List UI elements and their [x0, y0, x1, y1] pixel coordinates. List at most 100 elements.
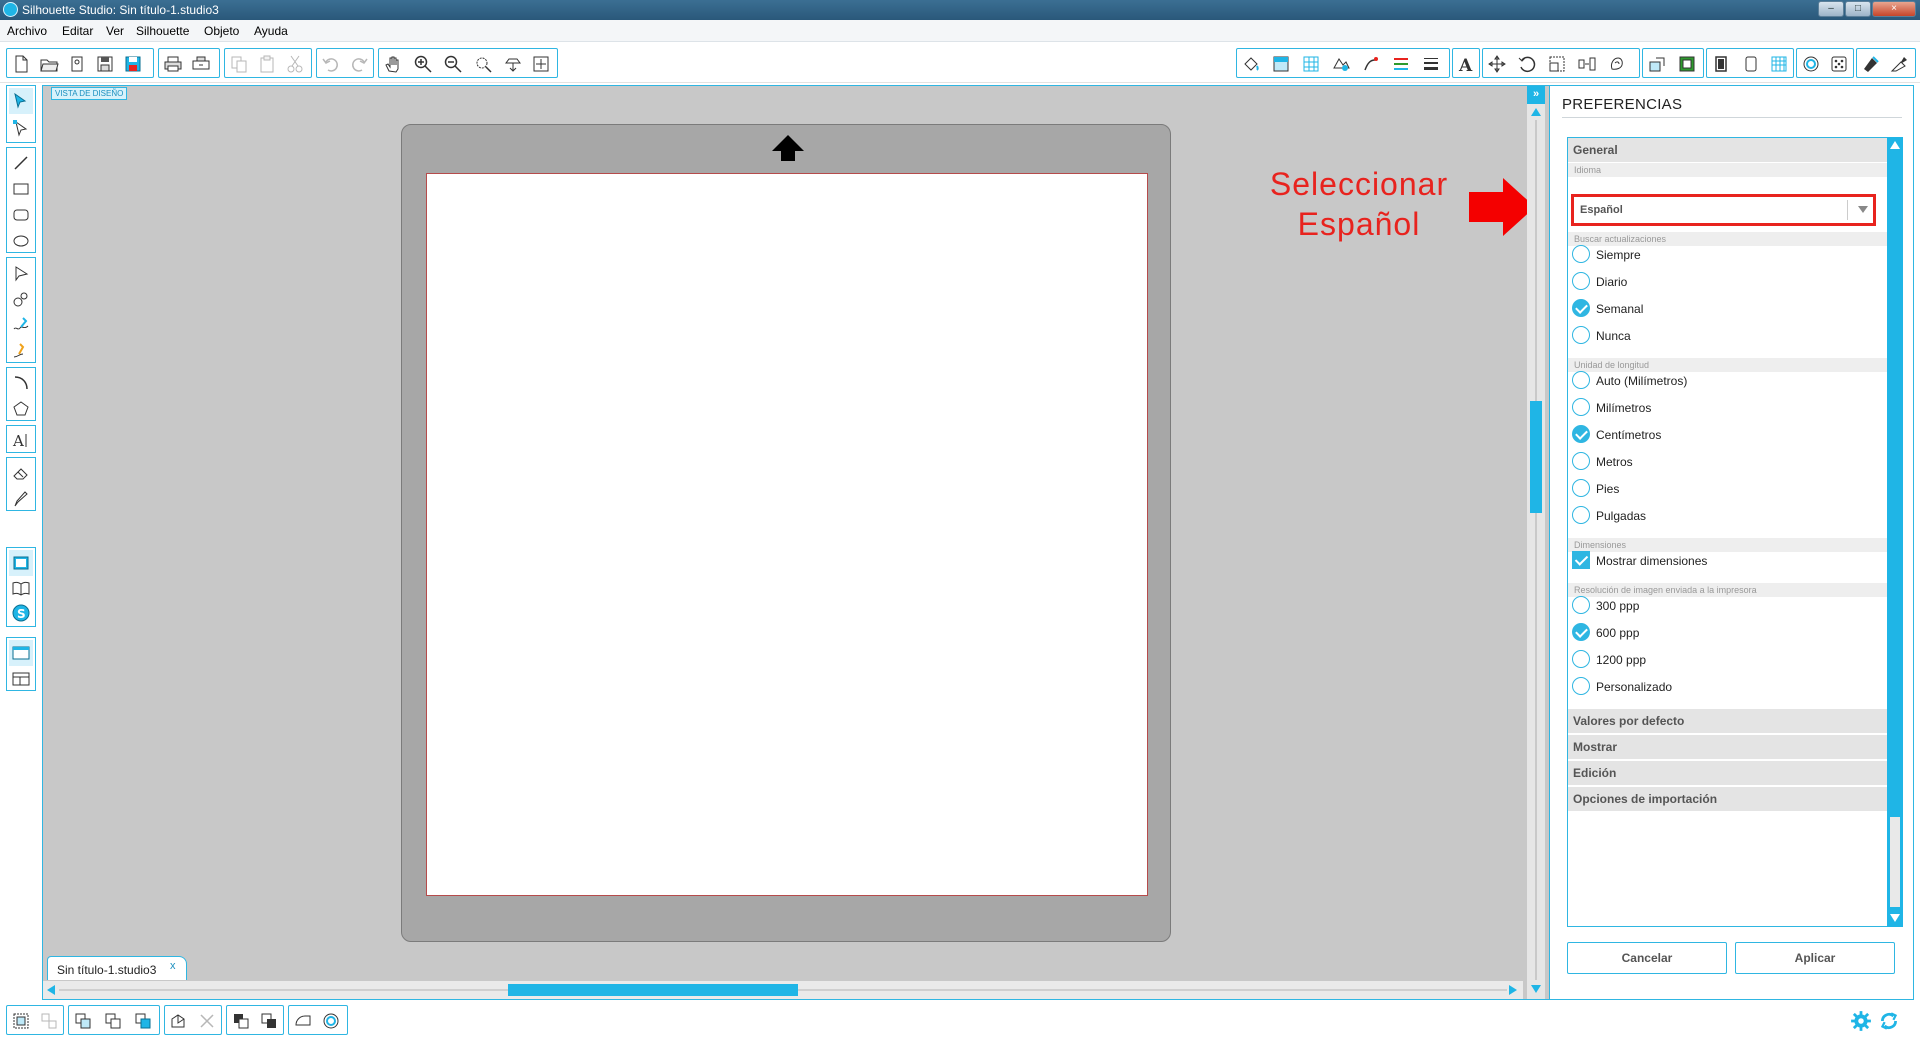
radio-auto-milimetros[interactable]: Auto (Milímetros)	[1572, 368, 1872, 392]
radio-control[interactable]	[1572, 452, 1590, 470]
send-backward-icon[interactable]	[257, 1009, 281, 1033]
modify-icon[interactable]	[1645, 52, 1669, 76]
point-edit-tool-icon[interactable]	[9, 115, 33, 141]
undo-icon[interactable]	[319, 52, 343, 76]
scroll-right-arrow-icon[interactable]	[1507, 984, 1519, 996]
scroll-up-arrow-icon[interactable]	[1530, 106, 1542, 118]
open-folder-icon[interactable]	[37, 52, 61, 76]
paper-page[interactable]	[426, 173, 1148, 896]
trace-icon[interactable]	[1799, 52, 1823, 76]
polygon-tool-icon[interactable]	[9, 260, 33, 286]
prefs-scroll-up-icon[interactable]	[1889, 139, 1901, 151]
regular-polygon-tool-icon[interactable]	[9, 396, 33, 422]
radio-300-ppp[interactable]: 300 ppp	[1572, 593, 1872, 617]
close-tab-icon[interactable]: x	[170, 960, 176, 972]
print-icon[interactable]	[161, 52, 185, 76]
line-color-icon[interactable]	[1329, 52, 1353, 76]
section-opciones-de-importacion[interactable]: Opciones de importación	[1568, 787, 1887, 812]
bring-forward-icon[interactable]	[229, 1009, 253, 1033]
radio-control[interactable]	[1572, 677, 1590, 695]
minimize-button[interactable]: –	[1818, 1, 1844, 17]
rectangle-tool-icon[interactable]	[9, 176, 33, 202]
radio-semanal[interactable]: Semanal	[1572, 296, 1872, 320]
radio-control[interactable]	[1572, 650, 1590, 668]
horizontal-scroll-thumb[interactable]	[508, 984, 798, 996]
zoom-select-icon[interactable]	[471, 52, 495, 76]
save-to-library-icon[interactable]	[121, 52, 145, 76]
chevron-down-icon[interactable]	[1857, 203, 1869, 215]
library-view-icon[interactable]	[9, 575, 33, 601]
radio-control-checked[interactable]	[1572, 299, 1590, 317]
zoom-out-icon[interactable]	[441, 52, 465, 76]
offset-icon[interactable]	[319, 1009, 343, 1033]
radio-control[interactable]	[1572, 479, 1590, 497]
radio-1200-ppp[interactable]: 1200 ppp	[1572, 647, 1872, 671]
delete-icon[interactable]	[195, 1009, 219, 1033]
compound-path-icon[interactable]	[71, 1009, 95, 1033]
design-canvas[interactable]: VISTA DE DISEÑO Seleccionar Español » Si…	[42, 85, 1568, 1000]
select-all-icon[interactable]	[291, 1009, 315, 1033]
arc-tool-icon[interactable]	[9, 370, 33, 396]
menu-objeto[interactable]: Objeto	[204, 24, 239, 38]
release-compound-icon[interactable]	[101, 1009, 125, 1033]
preferences-scrollbar[interactable]	[1887, 137, 1903, 927]
language-select[interactable]: Español	[1571, 194, 1876, 226]
redo-icon[interactable]	[347, 52, 371, 76]
curve-tool-icon[interactable]	[9, 286, 33, 312]
ungroup-icon[interactable]	[37, 1009, 61, 1033]
scale-icon[interactable]	[1545, 52, 1569, 76]
radio-control-checked[interactable]	[1572, 425, 1590, 443]
page-setup-icon[interactable]	[1709, 52, 1733, 76]
save-icon[interactable]	[93, 52, 117, 76]
single-panel-icon[interactable]	[9, 640, 33, 666]
radio-control[interactable]	[1572, 371, 1590, 389]
menu-ver[interactable]: Ver	[106, 24, 124, 38]
radio-siempre[interactable]: Siempre	[1572, 242, 1872, 266]
preferences-scroll-thumb[interactable]	[1887, 153, 1903, 813]
freehand-tool-icon[interactable]	[9, 312, 33, 338]
radio-control[interactable]	[1572, 596, 1590, 614]
collapse-panel-button[interactable]: »	[1527, 86, 1545, 104]
line-style-icon[interactable]	[1359, 52, 1383, 76]
design-view-icon[interactable]	[9, 550, 33, 576]
radio-personalizado[interactable]: Personalizado	[1572, 674, 1872, 698]
section-edicion[interactable]: Edición	[1568, 761, 1887, 786]
sync-icon[interactable]	[1878, 1010, 1900, 1032]
vertical-scroll-thumb[interactable]	[1530, 401, 1542, 513]
text-tool-icon[interactable]: A	[9, 427, 33, 453]
checkbox-control-checked[interactable]	[1572, 551, 1590, 569]
line-tool-icon[interactable]	[9, 150, 33, 176]
line-thickness-icon[interactable]	[1419, 52, 1443, 76]
close-window-button[interactable]: ×	[1872, 1, 1916, 17]
ellipse-tool-icon[interactable]	[9, 228, 33, 254]
fill-gradient-icon[interactable]	[1269, 52, 1293, 76]
radio-metros[interactable]: Metros	[1572, 449, 1872, 473]
menu-editar[interactable]: Editar	[62, 24, 93, 38]
radio-nunca[interactable]: Nunca	[1572, 323, 1872, 347]
pan-hand-icon[interactable]	[381, 52, 405, 76]
fit-to-page-icon[interactable]	[529, 52, 553, 76]
offset-icon[interactable]	[1675, 52, 1699, 76]
menu-silhouette[interactable]: Silhouette	[136, 24, 189, 38]
radio-pulgadas[interactable]: Pulgadas	[1572, 503, 1872, 527]
grid-icon[interactable]	[1827, 52, 1851, 76]
radio-centimetros[interactable]: Centímetros	[1572, 422, 1872, 446]
scroll-left-arrow-icon[interactable]	[45, 984, 57, 996]
cut-settings-icon[interactable]	[1739, 52, 1763, 76]
canvas-horizontal-scrollbar[interactable]	[43, 981, 1523, 999]
section-general[interactable]: General	[1568, 138, 1887, 163]
send-to-silhouette-icon[interactable]	[189, 52, 213, 76]
section-mostrar[interactable]: Mostrar	[1568, 735, 1887, 760]
align-icon[interactable]	[1389, 52, 1413, 76]
radio-control[interactable]	[1572, 326, 1590, 344]
radio-600-ppp[interactable]: 600 ppp	[1572, 620, 1872, 644]
canvas-vertical-scrollbar[interactable]: »	[1527, 86, 1545, 999]
eraser-tool-icon[interactable]	[9, 460, 33, 486]
radio-control[interactable]	[1572, 506, 1590, 524]
select-tool-icon[interactable]	[9, 88, 33, 114]
radio-control[interactable]	[1572, 272, 1590, 290]
radio-control[interactable]	[1572, 398, 1590, 416]
copy-icon[interactable]	[227, 52, 251, 76]
weld-icon[interactable]	[167, 1009, 191, 1033]
preferences-scroll-area[interactable]: General Idioma Español Buscar actualizac…	[1567, 137, 1887, 927]
